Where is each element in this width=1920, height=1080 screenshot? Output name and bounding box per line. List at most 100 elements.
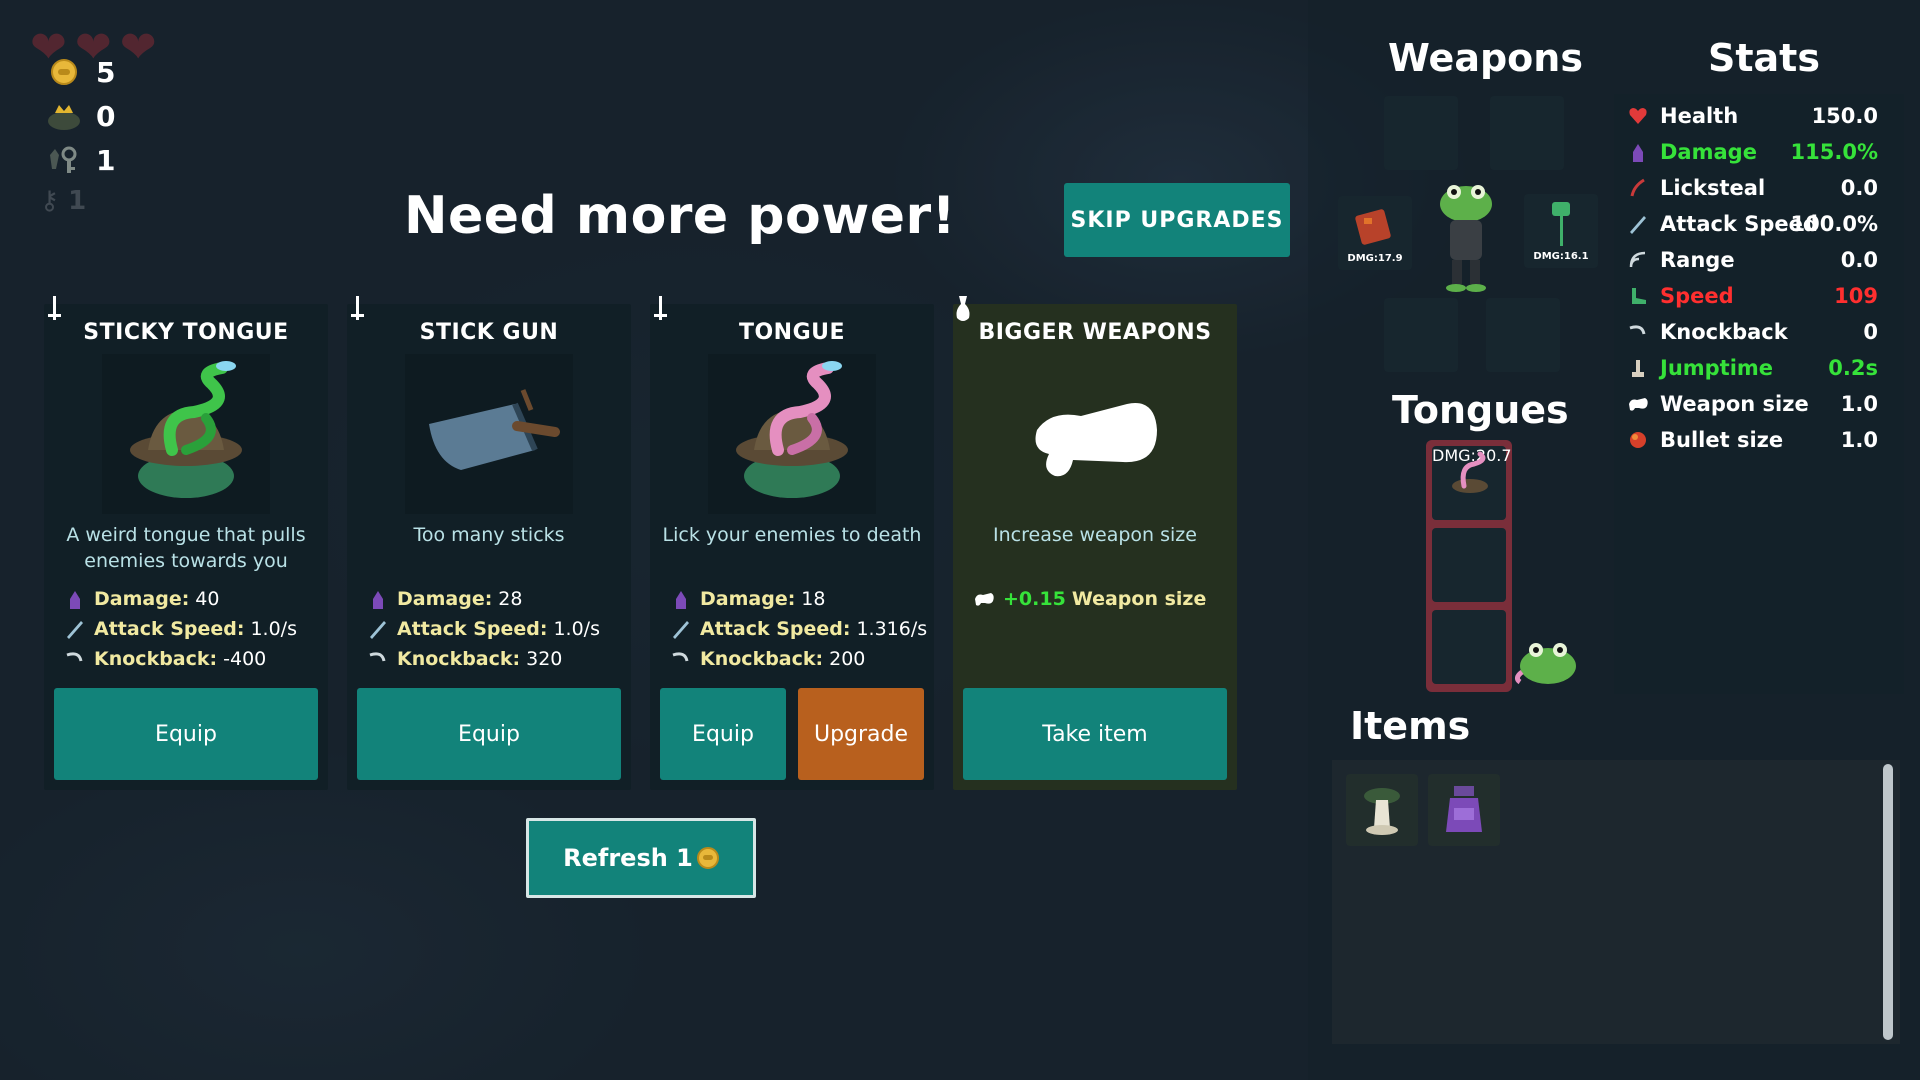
coin-icon — [44, 56, 84, 88]
attack-speed-icon — [670, 618, 692, 640]
stat-label: Health — [1660, 104, 1739, 128]
tongues-title: Tongues — [1392, 388, 1569, 432]
stat-value: 320 — [526, 648, 563, 670]
flyswatter-weapon-icon — [1552, 202, 1570, 246]
take-item-button[interactable]: Take item — [963, 688, 1227, 780]
mushroom-item-icon[interactable] — [1346, 774, 1418, 846]
weapon-slot-5[interactable] — [1384, 298, 1458, 372]
attack-speed-icon — [1626, 212, 1650, 236]
stat-value: 18 — [801, 588, 826, 610]
stat-value: 115.0% — [1790, 140, 1878, 164]
attack-speed-icon — [64, 618, 86, 640]
stat-row-attack-speed: Attack Speed 100.0% — [1626, 206, 1892, 242]
stat-label: Attack Speed: — [700, 618, 851, 640]
bullet-size-icon — [1626, 428, 1650, 452]
items-scrollbar[interactable] — [1883, 764, 1893, 1040]
card-stats: Damage: 18 Attack Speed: 1.316/s Knockback… — [670, 584, 927, 674]
stat-value: 0.0 — [1840, 248, 1878, 272]
faded-key-icon: ⚷ — [40, 186, 69, 216]
stat-value: 109 — [1834, 284, 1878, 308]
coin-count: 5 — [96, 55, 116, 89]
card-stats: +0.15 Weapon size — [973, 584, 1206, 614]
currency-counters: 5 0 1 — [44, 50, 115, 182]
stat-label: Attack Speed: — [397, 618, 548, 640]
stat-row-licksteal: Licksteal 0.0 — [1626, 170, 1892, 206]
weapon-slot-6[interactable] — [1486, 298, 1560, 372]
stat-label: Knockback: — [94, 648, 218, 670]
potion-item-icon[interactable] — [1428, 774, 1500, 846]
weapon-slot-4[interactable]: DMG:16.1 — [1524, 194, 1598, 268]
weapon-size-icon — [1011, 354, 1179, 514]
stat-label: Jumptime — [1660, 356, 1774, 380]
faded-counter: ⚷ 1 — [40, 186, 86, 216]
card-description: Too many sticks — [413, 524, 565, 546]
stat-value: 1.0/s — [250, 618, 297, 640]
card-stats: Damage: 28 Attack Speed: 1.0/s Knockback: 3… — [367, 584, 600, 674]
stat-value: 0.2s — [1828, 356, 1878, 380]
offer-card-tongue: TONGUE Lick your enemies to death Damage… — [650, 296, 934, 790]
weapons-title: Weapons — [1388, 36, 1583, 80]
stat-label: Licksteal — [1660, 176, 1766, 200]
stat-label: Range — [1660, 248, 1735, 272]
stat-value: 1.0 — [1840, 428, 1878, 452]
weapon-slot-1[interactable] — [1384, 96, 1458, 170]
stat-row-speed: Speed 109 — [1626, 278, 1892, 314]
stat-label: Attack Speed: — [94, 618, 245, 640]
tongue-icon — [708, 354, 876, 514]
card-stats: Damage: 40 Attack Speed: 1.0/s Knockback: -… — [64, 584, 297, 674]
weapon-slot-3[interactable]: DMG:17.9 — [1338, 196, 1412, 270]
stat-value: 0 — [1863, 320, 1878, 344]
weapon-damage: DMG:17.9 — [1347, 253, 1403, 264]
frog-head-icon — [1514, 643, 1576, 685]
damage-icon — [367, 588, 389, 610]
offer-card-stick-gun: STICK GUN Too many sticks Damage: 28 Atta… — [347, 296, 631, 790]
stats-title: Stats — [1708, 36, 1820, 80]
heart-icon — [1626, 104, 1650, 128]
tongue-slot-3[interactable] — [1432, 610, 1506, 684]
refresh-button[interactable]: Refresh 1 — [526, 818, 756, 898]
coin-counter: 5 — [44, 50, 115, 94]
stat-label: Damage: — [397, 588, 493, 610]
knockback-icon — [367, 648, 389, 670]
card-title: STICK GUN — [419, 320, 559, 345]
upgrade-button[interactable]: Upgrade — [798, 688, 924, 780]
tongue-slots: DMG:20.7 — [1426, 440, 1512, 692]
stat-value: 40 — [195, 588, 220, 610]
coin-icon — [696, 847, 719, 869]
card-description: Increase weapon size — [993, 524, 1197, 546]
equip-button[interactable]: Equip — [660, 688, 786, 780]
key-count: 1 — [96, 143, 116, 177]
page-title: Need more power! — [404, 186, 956, 246]
stat-value: 28 — [498, 588, 523, 610]
knockback-icon — [670, 648, 692, 670]
stat-value: 200 — [829, 648, 866, 670]
weapon-size-small-icon — [973, 588, 995, 610]
tongue-slot-2[interactable] — [1432, 528, 1506, 602]
key-icon — [44, 144, 84, 176]
equip-button[interactable]: Equip — [357, 688, 621, 780]
damage-icon — [1626, 140, 1650, 164]
frog-crown-icon — [44, 100, 84, 132]
stat-label: Bullet size — [1660, 428, 1784, 452]
card-title: TONGUE — [738, 320, 846, 345]
skip-upgrades-button[interactable]: SKIP UPGRADES — [1064, 183, 1290, 257]
weapon-size-icon — [1626, 392, 1650, 416]
weapon-slot-2[interactable] — [1490, 96, 1564, 170]
damage-icon — [64, 588, 86, 610]
stat-value: 1.316/s — [856, 618, 928, 640]
offer-card-sticky-tongue: STICKY TONGUE A weird tongue that pulls … — [44, 296, 328, 790]
equip-button[interactable]: Equip — [54, 688, 318, 780]
crown-count: 0 — [96, 99, 116, 133]
attack-speed-icon — [367, 618, 389, 640]
stats-panel: Health 150.0 Damage 115.0% Licksteal 0.0 At… — [1614, 94, 1904, 694]
card-title: STICKY TONGUE — [83, 320, 289, 345]
tongue-slot-1[interactable]: DMG:20.7 — [1432, 446, 1512, 520]
stat-value: 150.0 — [1811, 104, 1878, 128]
items-title: Items — [1350, 704, 1471, 748]
stat-row-health: Health 150.0 — [1626, 98, 1892, 134]
stat-bonus: +0.15 — [1003, 588, 1066, 610]
stat-value: 1.0/s — [553, 618, 600, 640]
stat-name: Weapon size — [1071, 588, 1207, 610]
faded-count: 1 — [68, 186, 87, 216]
stat-label: Knockback: — [397, 648, 521, 670]
